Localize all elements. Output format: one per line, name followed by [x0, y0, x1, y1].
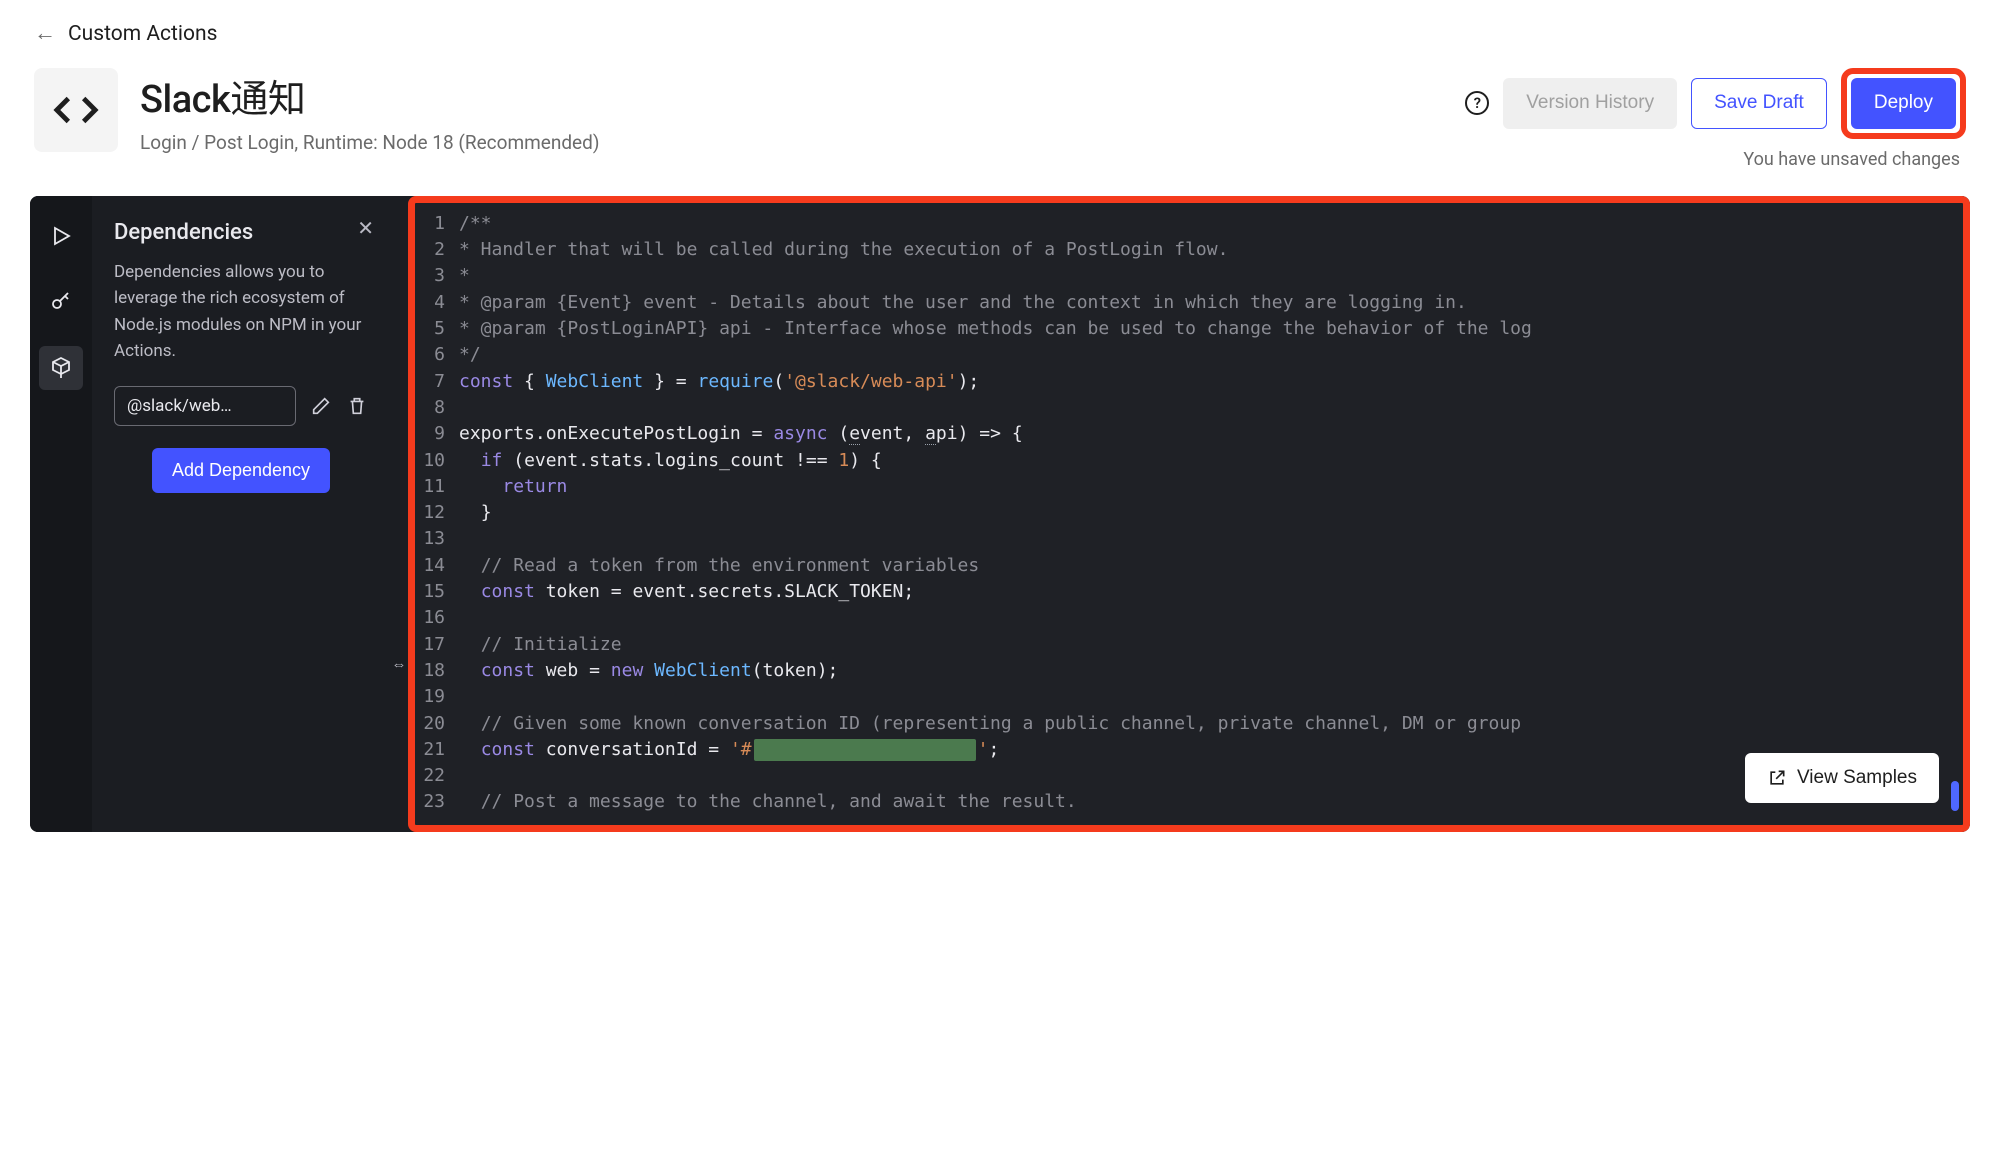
code-line[interactable]: }: [459, 500, 1963, 526]
add-dependency-button[interactable]: Add Dependency: [152, 448, 330, 493]
code-line[interactable]: // Initialize: [459, 632, 1963, 658]
code-editor[interactable]: 1234567891011121314151617181920212223 /*…: [415, 203, 1963, 825]
view-samples-button[interactable]: View Samples: [1745, 753, 1939, 803]
line-number: 6: [421, 342, 445, 368]
code-line[interactable]: [459, 395, 1963, 421]
code-line[interactable]: const conversationId = '#';: [459, 737, 1963, 763]
code-line[interactable]: [459, 684, 1963, 710]
code-line[interactable]: /**: [459, 211, 1963, 237]
editor-highlight: 1234567891011121314151617181920212223 /*…: [408, 196, 1970, 832]
view-samples-label: View Samples: [1797, 767, 1917, 789]
line-number: 21: [421, 737, 445, 763]
line-number: 16: [421, 605, 445, 631]
line-number: 2: [421, 237, 445, 263]
line-number: 17: [421, 632, 445, 658]
line-number: 5: [421, 316, 445, 342]
line-number: 7: [421, 369, 445, 395]
line-number: 8: [421, 395, 445, 421]
code-line[interactable]: // Read a token from the environment var…: [459, 553, 1963, 579]
breadcrumb-label[interactable]: Custom Actions: [68, 22, 217, 46]
code-line[interactable]: const token = event.secrets.SLACK_TOKEN;: [459, 579, 1963, 605]
edit-dependency-icon[interactable]: [310, 395, 332, 417]
line-number: 9: [421, 421, 445, 447]
line-number: 23: [421, 789, 445, 815]
code-line[interactable]: * @param {PostLoginAPI} api - Interface …: [459, 316, 1963, 342]
code-line[interactable]: */: [459, 342, 1963, 368]
code-line[interactable]: [459, 526, 1963, 552]
deploy-highlight: Deploy: [1841, 68, 1966, 139]
code-line[interactable]: // Given some known conversation ID (rep…: [459, 711, 1963, 737]
panel-description: Dependencies allows you to leverage the …: [114, 259, 368, 364]
panel-resizer[interactable]: ⇔: [390, 196, 408, 832]
line-number: 10: [421, 448, 445, 474]
line-number: 14: [421, 553, 445, 579]
code-line[interactable]: if (event.stats.logins_count !== 1) {: [459, 448, 1963, 474]
page-subtitle: Login / Post Login, Runtime: Node 18 (Re…: [140, 131, 1465, 154]
tool-dependencies[interactable]: [39, 346, 83, 390]
dependency-chip[interactable]: @slack/web…: [114, 386, 296, 426]
deploy-button[interactable]: Deploy: [1851, 78, 1956, 129]
line-number: 22: [421, 763, 445, 789]
line-number: 19: [421, 684, 445, 710]
delete-dependency-icon[interactable]: [346, 395, 368, 417]
tool-secrets[interactable]: [39, 280, 83, 324]
line-number: 18: [421, 658, 445, 684]
line-number: 11: [421, 474, 445, 500]
panel-title: Dependencies: [114, 220, 368, 245]
version-history-button[interactable]: Version History: [1503, 78, 1677, 129]
line-number: 20: [421, 711, 445, 737]
action-type-icon: [34, 68, 118, 152]
line-number: 4: [421, 290, 445, 316]
code-line[interactable]: const { WebClient } = require('@slack/we…: [459, 369, 1963, 395]
unsaved-changes-note: You have unsaved changes: [1743, 149, 1960, 170]
code-line[interactable]: *: [459, 263, 1963, 289]
code-line[interactable]: * Handler that will be called during the…: [459, 237, 1963, 263]
page-title: Slack通知: [140, 68, 1465, 123]
editor-scroll-indicator[interactable]: [1951, 781, 1959, 811]
code-line[interactable]: exports.onExecutePostLogin = async (even…: [459, 421, 1963, 447]
line-number: 13: [421, 526, 445, 552]
help-icon[interactable]: ?: [1465, 91, 1489, 115]
line-number: 15: [421, 579, 445, 605]
external-link-icon: [1767, 768, 1787, 788]
code-line[interactable]: const web = new WebClient(token);: [459, 658, 1963, 684]
resizer-grip-icon: ⇔: [392, 655, 407, 673]
close-panel-icon[interactable]: ✕: [357, 216, 374, 240]
line-number: 3: [421, 263, 445, 289]
save-draft-button[interactable]: Save Draft: [1691, 78, 1827, 129]
code-line[interactable]: // Post a message to the channel, and aw…: [459, 789, 1963, 815]
code-line[interactable]: [459, 763, 1963, 789]
code-line[interactable]: * @param {Event} event - Details about t…: [459, 290, 1963, 316]
line-number: 1: [421, 211, 445, 237]
code-line[interactable]: return: [459, 474, 1963, 500]
tool-run[interactable]: [39, 214, 83, 258]
code-line[interactable]: [459, 605, 1963, 631]
back-arrow-icon[interactable]: ←: [34, 23, 56, 45]
line-number: 12: [421, 500, 445, 526]
